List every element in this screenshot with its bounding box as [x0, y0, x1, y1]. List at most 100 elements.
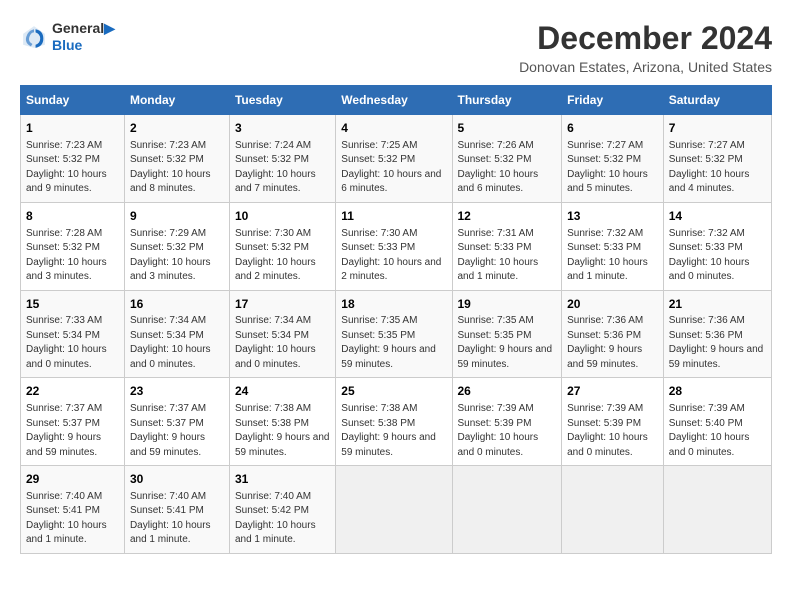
week-row-5: 29 Sunrise: 7:40 AM Sunset: 5:41 PM Dayli… [21, 466, 772, 554]
calendar-subtitle: Donovan Estates, Arizona, United States [519, 59, 772, 75]
day-cell: 29 Sunrise: 7:40 AM Sunset: 5:41 PM Dayli… [21, 466, 125, 554]
day-info: Sunrise: 7:30 AM Sunset: 5:32 PM Dayligh… [235, 227, 330, 285]
day-number: 7 [669, 120, 766, 137]
day-number: 27 [567, 383, 658, 400]
day-number: 25 [341, 383, 446, 400]
day-info: Sunrise: 7:40 AM Sunset: 5:41 PM Dayligh… [130, 490, 224, 548]
day-cell: 21Sunrise: 7:36 AM Sunset: 5:36 PM Dayli… [663, 290, 771, 378]
day-info: Sunrise: 7:35 AM Sunset: 5:35 PM Dayligh… [341, 314, 446, 372]
day-cell: 22Sunrise: 7:37 AM Sunset: 5:37 PM Dayli… [21, 378, 125, 466]
day-number: 30 [130, 471, 224, 488]
day-cell: 28Sunrise: 7:39 AM Sunset: 5:40 PM Dayli… [663, 378, 771, 466]
day-info: Sunrise: 7:37 AM Sunset: 5:37 PM Dayligh… [130, 402, 224, 460]
col-header-monday: Monday [124, 86, 229, 115]
day-number: 22 [26, 383, 119, 400]
day-info: Sunrise: 7:40 AM Sunset: 5:41 PM Dayligh… [26, 490, 119, 548]
col-header-saturday: Saturday [663, 86, 771, 115]
day-number: 10 [235, 208, 330, 225]
day-number: 8 [26, 208, 119, 225]
week-row-3: 15Sunrise: 7:33 AM Sunset: 5:34 PM Dayli… [21, 290, 772, 378]
day-cell: 26 Sunrise: 7:39 AM Sunset: 5:39 PM Dayli… [452, 378, 562, 466]
day-info: Sunrise: 7:25 AM Sunset: 5:32 PM Dayligh… [341, 139, 446, 197]
day-info: Sunrise: 7:39 AM Sunset: 5:39 PM Dayligh… [458, 402, 557, 460]
day-cell: 24 Sunrise: 7:38 AM Sunset: 5:38 PM Dayli… [229, 378, 335, 466]
day-number: 13 [567, 208, 658, 225]
day-number: 23 [130, 383, 224, 400]
day-info: Sunrise: 7:31 AM Sunset: 5:33 PM Dayligh… [458, 227, 557, 285]
day-info: Sunrise: 7:36 AM Sunset: 5:36 PM Dayligh… [669, 314, 766, 372]
day-cell: 18Sunrise: 7:35 AM Sunset: 5:35 PM Dayli… [336, 290, 452, 378]
day-info: Sunrise: 7:32 AM Sunset: 5:33 PM Dayligh… [669, 227, 766, 285]
day-cell: 19Sunrise: 7:35 AM Sunset: 5:35 PM Dayli… [452, 290, 562, 378]
day-number: 24 [235, 383, 330, 400]
day-number: 21 [669, 296, 766, 313]
day-cell: 10 Sunrise: 7:30 AM Sunset: 5:32 PM Dayli… [229, 202, 335, 290]
day-cell [562, 466, 664, 554]
calendar-title: December 2024 [519, 20, 772, 57]
day-number: 15 [26, 296, 119, 313]
day-number: 1 [26, 120, 119, 137]
day-info: Sunrise: 7:27 AM Sunset: 5:32 PM Dayligh… [669, 139, 766, 197]
day-number: 18 [341, 296, 446, 313]
day-number: 29 [26, 471, 119, 488]
day-number: 2 [130, 120, 224, 137]
day-cell: 14Sunrise: 7:32 AM Sunset: 5:33 PM Dayli… [663, 202, 771, 290]
col-header-tuesday: Tuesday [229, 86, 335, 115]
day-cell: 8 Sunrise: 7:28 AM Sunset: 5:32 PM Daylig… [21, 202, 125, 290]
col-header-friday: Friday [562, 86, 664, 115]
logo-text: General▶ Blue [52, 20, 115, 54]
day-cell: 6Sunrise: 7:27 AM Sunset: 5:32 PM Daylig… [562, 115, 664, 203]
logo-icon [20, 23, 48, 51]
week-row-2: 8 Sunrise: 7:28 AM Sunset: 5:32 PM Daylig… [21, 202, 772, 290]
day-cell: 23 Sunrise: 7:37 AM Sunset: 5:37 PM Dayli… [124, 378, 229, 466]
day-info: Sunrise: 7:30 AM Sunset: 5:33 PM Dayligh… [341, 227, 446, 285]
day-cell: 5 Sunrise: 7:26 AM Sunset: 5:32 PM Daylig… [452, 115, 562, 203]
day-info: Sunrise: 7:38 AM Sunset: 5:38 PM Dayligh… [235, 402, 330, 460]
title-area: December 2024 Donovan Estates, Arizona, … [519, 20, 772, 75]
day-info: Sunrise: 7:39 AM Sunset: 5:39 PM Dayligh… [567, 402, 658, 460]
day-info: Sunrise: 7:39 AM Sunset: 5:40 PM Dayligh… [669, 402, 766, 460]
day-info: Sunrise: 7:40 AM Sunset: 5:42 PM Dayligh… [235, 490, 330, 548]
day-cell: 9 Sunrise: 7:29 AM Sunset: 5:32 PM Daylig… [124, 202, 229, 290]
day-cell: 3Sunrise: 7:24 AM Sunset: 5:32 PM Daylig… [229, 115, 335, 203]
day-info: Sunrise: 7:34 AM Sunset: 5:34 PM Dayligh… [235, 314, 330, 372]
day-cell: 20Sunrise: 7:36 AM Sunset: 5:36 PM Dayli… [562, 290, 664, 378]
day-cell: 31 Sunrise: 7:40 AM Sunset: 5:42 PM Dayli… [229, 466, 335, 554]
day-number: 9 [130, 208, 224, 225]
day-number: 11 [341, 208, 446, 225]
day-info: Sunrise: 7:29 AM Sunset: 5:32 PM Dayligh… [130, 227, 224, 285]
day-cell: 16Sunrise: 7:34 AM Sunset: 5:34 PM Dayli… [124, 290, 229, 378]
day-number: 12 [458, 208, 557, 225]
day-number: 20 [567, 296, 658, 313]
day-info: Sunrise: 7:32 AM Sunset: 5:33 PM Dayligh… [567, 227, 658, 285]
day-cell: 27 Sunrise: 7:39 AM Sunset: 5:39 PM Dayli… [562, 378, 664, 466]
week-row-4: 22 Sunrise: 7:37 AM Sunset: 5:37 PM Dayli… [21, 378, 772, 466]
day-cell: 25 Sunrise: 7:38 AM Sunset: 5:38 PM Dayli… [336, 378, 452, 466]
calendar-table: SundayMondayTuesdayWednesdayThursdayFrid… [20, 85, 772, 554]
day-cell: 7 Sunrise: 7:27 AM Sunset: 5:32 PM Daylig… [663, 115, 771, 203]
day-number: 26 [458, 383, 557, 400]
header: General▶ Blue December 2024 Donovan Esta… [20, 20, 772, 75]
day-cell [663, 466, 771, 554]
day-info: Sunrise: 7:28 AM Sunset: 5:32 PM Dayligh… [26, 227, 119, 285]
day-cell: 17Sunrise: 7:34 AM Sunset: 5:34 PM Dayli… [229, 290, 335, 378]
day-cell: 11 Sunrise: 7:30 AM Sunset: 5:33 PM Dayli… [336, 202, 452, 290]
day-number: 17 [235, 296, 330, 313]
day-info: Sunrise: 7:26 AM Sunset: 5:32 PM Dayligh… [458, 139, 557, 197]
day-cell: 12 Sunrise: 7:31 AM Sunset: 5:33 PM Dayli… [452, 202, 562, 290]
day-cell: 15Sunrise: 7:33 AM Sunset: 5:34 PM Dayli… [21, 290, 125, 378]
logo: General▶ Blue [20, 20, 115, 54]
day-info: Sunrise: 7:23 AM Sunset: 5:32 PM Dayligh… [26, 139, 119, 197]
day-number: 3 [235, 120, 330, 137]
day-number: 16 [130, 296, 224, 313]
col-header-sunday: Sunday [21, 86, 125, 115]
calendar-body: 1 Sunrise: 7:23 AM Sunset: 5:32 PM Daylig… [21, 115, 772, 554]
day-cell [452, 466, 562, 554]
day-number: 4 [341, 120, 446, 137]
day-cell [336, 466, 452, 554]
day-number: 31 [235, 471, 330, 488]
col-header-thursday: Thursday [452, 86, 562, 115]
day-info: Sunrise: 7:38 AM Sunset: 5:38 PM Dayligh… [341, 402, 446, 460]
day-info: Sunrise: 7:34 AM Sunset: 5:34 PM Dayligh… [130, 314, 224, 372]
day-number: 5 [458, 120, 557, 137]
